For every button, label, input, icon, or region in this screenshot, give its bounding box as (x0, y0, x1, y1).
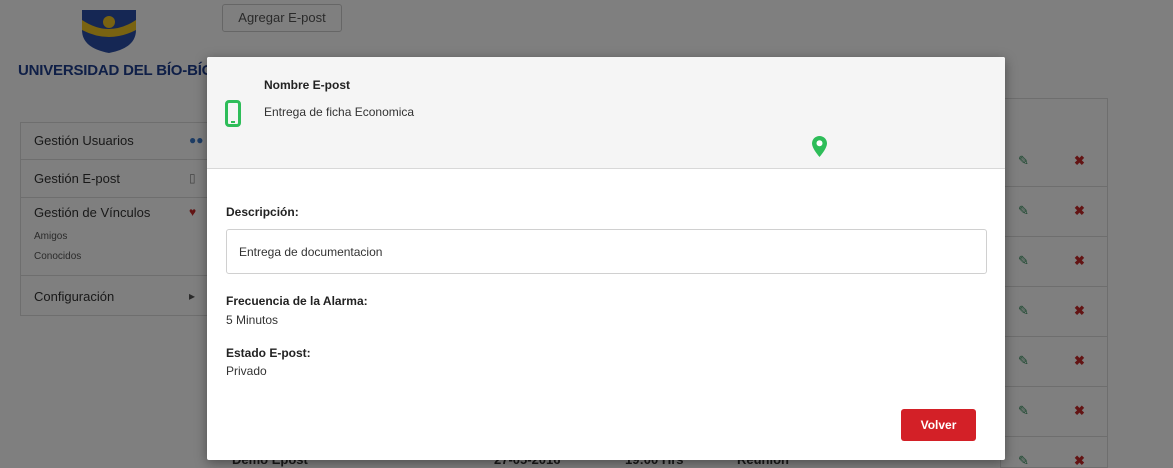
alarm-frequency-value: 5 Minutos (226, 313, 279, 327)
description-value: Entrega de documentacion (239, 245, 383, 259)
epost-name-label: Nombre E-post (264, 78, 351, 92)
epost-status-label: Estado E-post: (226, 346, 311, 360)
description-label: Descripción: (226, 205, 299, 219)
alarm-frequency-label: Frecuencia de la Alarma: (226, 294, 368, 308)
mobile-phone-icon (225, 100, 241, 127)
epost-detail-modal: Nombre E-post Entrega de ficha Economica… (207, 57, 1005, 460)
epost-name-value: Entrega de ficha Economica (264, 105, 415, 119)
description-field[interactable]: Entrega de documentacion (226, 229, 987, 274)
back-button[interactable]: Volver (901, 409, 976, 441)
modal-header: Nombre E-post Entrega de ficha Economica (207, 57, 1005, 169)
epost-status-value: Privado (226, 364, 267, 378)
location-pin-icon[interactable] (812, 136, 827, 157)
